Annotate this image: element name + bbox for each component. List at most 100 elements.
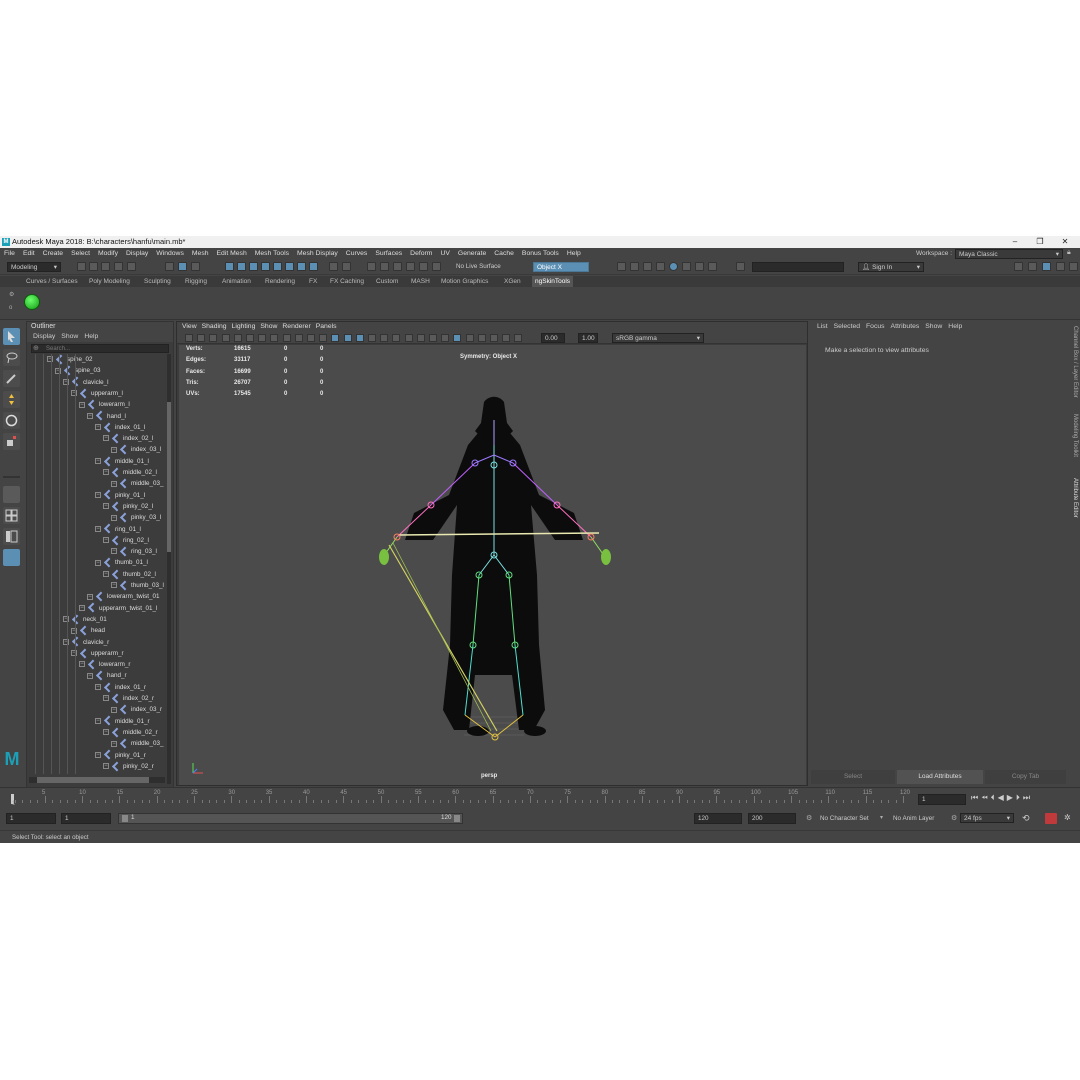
outliner-row[interactable]: − index_01_r [95, 682, 146, 693]
play-back-icon[interactable]: ◀︎ [998, 793, 1007, 802]
pause-viewport-icon[interactable] [708, 262, 717, 271]
mask-vertex-icon[interactable] [225, 262, 234, 271]
paint-select-tool-icon[interactable] [3, 370, 20, 387]
perspective-viewport[interactable]: Verts: 16615 0 0 Edges: 33117 0 0 Faces: 16699 0 0 T… [179, 345, 806, 785]
collapse-toggle-icon[interactable]: − [95, 684, 101, 691]
attribute-editor-side-tab[interactable]: Attribute Editor [1068, 478, 1078, 526]
outliner-row[interactable]: − ring_01_l [95, 523, 141, 535]
outliner-row[interactable]: − middle_03_ [111, 738, 164, 749]
render-sequence-icon[interactable] [630, 262, 639, 271]
select-button[interactable]: Select [811, 770, 895, 784]
auto-key-icon[interactable] [1045, 813, 1057, 824]
time-slider[interactable]: 1 ⏮︎⏪︎⏴︎◀︎▶︎⏵︎⏭︎ 5 10 15 20 25 30 35 40 45 50 55 60… [0, 787, 1080, 809]
outliner-row[interactable]: − pinky_01_r [95, 749, 146, 761]
safe-action-icon[interactable] [319, 334, 328, 342]
collapse-toggle-icon[interactable]: − [103, 695, 109, 702]
shelf-tab-custom[interactable]: Custom [376, 276, 398, 287]
playback-start-field[interactable]: 1 [61, 813, 111, 824]
shelf-tab-mash[interactable]: MASH [411, 276, 430, 287]
redo-icon[interactable] [127, 262, 136, 271]
collapse-toggle-icon[interactable]: − [103, 469, 109, 476]
outliner-row[interactable]: − ring_02_l [103, 535, 149, 546]
snap-point-icon[interactable] [393, 262, 402, 271]
shelf-tab-poly-modeling[interactable]: Poly Modeling [89, 276, 130, 287]
fps-dropdown[interactable]: 24 fps ▾ [960, 813, 1014, 823]
collapse-toggle-icon[interactable]: − [63, 616, 69, 623]
ipr-render-icon[interactable] [643, 262, 652, 271]
viewport-menu-renderer[interactable]: Renderer [282, 323, 310, 330]
range-slider[interactable]: 1 120 [118, 813, 463, 824]
outliner-row[interactable]: − spine_03 [55, 365, 101, 376]
channel-box-icon[interactable] [1028, 262, 1037, 271]
light-editor-icon[interactable] [695, 262, 704, 271]
default-material-icon[interactable] [368, 334, 376, 342]
character-set-dropdown[interactable]: No Character Set [820, 815, 869, 822]
menu-item-mesh-tools[interactable]: Mesh Tools [255, 248, 289, 259]
collapse-toggle-icon[interactable]: − [103, 729, 109, 736]
attribute-menu-help[interactable]: Help [948, 323, 962, 330]
lock-selection-icon[interactable] [329, 262, 338, 271]
wireframe-icon[interactable] [343, 334, 352, 342]
live-surface-label[interactable]: No Live Surface [456, 262, 501, 272]
outliner-row[interactable]: − index_02_l [103, 433, 153, 444]
outliner-row[interactable]: − neck_01 [63, 614, 107, 625]
menu-item-generate[interactable]: Generate [458, 248, 486, 259]
animation-start-field[interactable]: 1 [6, 813, 56, 824]
menu-item-mesh-display[interactable]: Mesh Display [297, 248, 338, 259]
outliner-row[interactable]: − lowerarm_l [79, 399, 130, 410]
lasso-tool-icon[interactable] [3, 349, 20, 366]
collapse-toggle-icon[interactable]: − [111, 514, 117, 521]
attribute-editor-icon[interactable] [1042, 262, 1051, 271]
outliner-row[interactable]: − hand_r [87, 670, 127, 681]
hypershade-icon[interactable] [669, 262, 678, 271]
xray-joints-icon[interactable] [502, 334, 511, 342]
outliner-scroll-thumb[interactable] [167, 402, 171, 552]
outliner-row[interactable]: − hand_l [87, 410, 126, 422]
outliner-row[interactable]: − pinky_02_r [103, 761, 154, 772]
shelf-tab-animation[interactable]: Animation [222, 276, 251, 287]
maximize-icon[interactable]: ❐ [1027, 236, 1053, 248]
collapse-toggle-icon[interactable]: − [95, 525, 101, 532]
collapse-toggle-icon[interactable]: − [95, 458, 101, 465]
loop-icon[interactable]: ⟲ [1022, 813, 1030, 824]
animation-preferences-icon[interactable]: ✲ [1064, 813, 1071, 822]
shadows-icon[interactable] [404, 334, 413, 342]
single-perspective-view-icon[interactable] [3, 486, 20, 503]
save-scene-icon[interactable] [101, 262, 110, 271]
color-space-dropdown[interactable]: sRGB gamma ▾ [612, 333, 704, 343]
backface-culling-icon[interactable] [514, 334, 523, 342]
select-hierarchy-icon[interactable] [165, 262, 174, 271]
menu-item-edit[interactable]: Edit [23, 248, 35, 259]
outliner-row[interactable]: − pinky_02_l [103, 501, 153, 512]
image-plane-icon[interactable] [221, 334, 230, 342]
collapse-toggle-icon[interactable]: − [87, 412, 93, 419]
collapse-toggle-icon[interactable]: − [79, 401, 85, 408]
select-object-icon[interactable] [178, 262, 187, 271]
sign-in-button[interactable]: 👤︎ Sign In ▾ [858, 262, 924, 272]
playback-controls[interactable]: ⏮︎⏪︎⏴︎◀︎▶︎⏵︎⏭︎ [971, 793, 1033, 803]
four-view-layout-icon[interactable] [3, 507, 20, 524]
collapse-toggle-icon[interactable]: − [63, 378, 69, 385]
modeling-toolkit-icon[interactable] [1014, 262, 1023, 271]
ngskintools-icon[interactable] [24, 294, 40, 310]
collapse-toggle-icon[interactable]: − [55, 367, 61, 374]
outliner-menu-show[interactable]: Show [61, 333, 78, 340]
outliner-hscroll-thumb[interactable] [37, 777, 149, 783]
step-forward-icon[interactable]: ⏵︎ [1016, 793, 1023, 802]
ambient-occlusion-icon[interactable] [416, 334, 425, 342]
shelf-options-icon[interactable]: o [9, 305, 12, 311]
safe-title-icon[interactable] [331, 334, 340, 342]
mask-uv-icon[interactable] [261, 262, 270, 271]
mask-dynamics-icon[interactable] [309, 262, 318, 271]
viewport-menu-shading[interactable]: Shading [202, 323, 227, 330]
gate-mask-icon[interactable] [294, 334, 303, 342]
menu-item-file[interactable]: File [4, 248, 15, 259]
render-settings-icon[interactable] [656, 262, 665, 271]
shelf-tab-rigging[interactable]: Rigging [185, 276, 207, 287]
snap-view-plane-icon[interactable] [406, 262, 415, 271]
outliner-row[interactable]: − index_03_r [111, 704, 162, 715]
collapse-toggle-icon[interactable]: − [79, 661, 85, 668]
collapse-toggle-icon[interactable]: − [111, 480, 117, 487]
scale-tool-icon[interactable] [3, 433, 20, 450]
outliner-row[interactable]: − middle_02_l [103, 467, 157, 478]
